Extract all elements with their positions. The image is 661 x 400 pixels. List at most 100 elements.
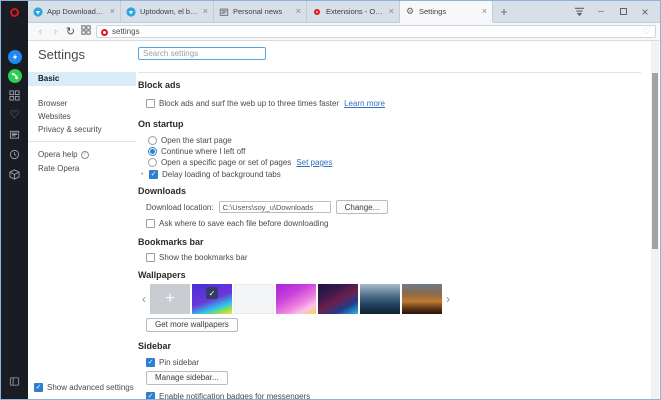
wallpaper-thumbnail-white[interactable] bbox=[234, 284, 274, 314]
notification-badges-row: ✓ Enable notification badges for messeng… bbox=[138, 392, 646, 400]
close-window-button[interactable]: × bbox=[634, 1, 656, 23]
opera-badge-icon bbox=[101, 23, 108, 41]
sidebar-panel-icon[interactable] bbox=[1, 373, 28, 389]
ask-where-checkbox[interactable] bbox=[146, 219, 155, 228]
tab-settings[interactable]: ⚙ Settings × bbox=[400, 1, 493, 22]
minimize-button[interactable]: – bbox=[590, 1, 612, 23]
extensions-cube-icon[interactable] bbox=[1, 166, 28, 182]
show-bookmarks-row: Show the bookmarks bar bbox=[138, 253, 646, 262]
tab-close-icon[interactable]: × bbox=[203, 7, 208, 16]
wallpaper-thumbnail-city[interactable] bbox=[402, 284, 442, 314]
start-page-radio[interactable] bbox=[148, 136, 157, 145]
scrollbar-track[interactable] bbox=[651, 41, 659, 399]
settings-content: Block ads Block ads and surf the web up … bbox=[138, 41, 646, 400]
wallpaper-thumbnail-selected[interactable]: ✓ bbox=[192, 284, 232, 314]
nav-item-rate-opera[interactable]: Rate Opera bbox=[28, 164, 136, 173]
specific-pages-radio[interactable] bbox=[148, 158, 157, 167]
messenger-sidebar: ♡ bbox=[1, 1, 28, 399]
content-divider bbox=[138, 72, 641, 73]
set-pages-link[interactable]: Set pages bbox=[296, 158, 332, 167]
nav-item-websites[interactable]: Websites bbox=[28, 113, 136, 121]
url-text[interactable]: settings bbox=[112, 27, 639, 36]
learn-more-link[interactable]: Learn more bbox=[344, 99, 385, 108]
startup-option-row: Open a specific page or set of pages Set… bbox=[138, 158, 646, 167]
browser-window: ♡ App Downloads for Windows × Uptodown, … bbox=[0, 0, 661, 400]
scrollbar-thumb[interactable] bbox=[652, 73, 658, 249]
opera-o-icon bbox=[10, 8, 19, 17]
tab-title: Extensions - Opera add-ons bbox=[326, 7, 385, 16]
tab-title: App Downloads for Windows bbox=[47, 7, 106, 16]
download-location-label: Download location: bbox=[146, 202, 214, 212]
notification-badges-label: Enable notification badges for messenger… bbox=[159, 392, 311, 400]
forward-icon[interactable]: › bbox=[48, 24, 63, 40]
advanced-label: Show advanced settings bbox=[47, 383, 134, 392]
heart-bookmark-icon[interactable]: ♡ bbox=[643, 26, 651, 37]
speed-dial-icon[interactable] bbox=[1, 87, 28, 103]
tab-title: Settings bbox=[419, 7, 447, 16]
uptodown-icon bbox=[33, 6, 43, 17]
tab-app-downloads[interactable]: App Downloads for Windows × bbox=[28, 1, 121, 22]
uptodown-icon bbox=[126, 6, 136, 17]
messenger-icon[interactable] bbox=[1, 49, 28, 65]
advanced-checkbox[interactable]: ✓ bbox=[34, 383, 43, 392]
settings-nav: Settings Basic Browser Websites Privacy … bbox=[28, 41, 136, 399]
show-advanced-settings[interactable]: ✓ Show advanced settings bbox=[34, 383, 134, 392]
block-ads-label: Block ads and surf the web up to three t… bbox=[159, 99, 340, 108]
continue-radio[interactable] bbox=[148, 147, 157, 156]
reload-icon[interactable]: ↻ bbox=[63, 24, 78, 40]
search-input[interactable] bbox=[138, 47, 266, 60]
wallpaper-thumbnail-mountain[interactable] bbox=[360, 284, 400, 314]
new-tab-button[interactable]: + bbox=[493, 1, 515, 22]
personal-news-icon[interactable] bbox=[1, 126, 28, 142]
modified-setting-indicator: • bbox=[141, 171, 144, 178]
download-location-input[interactable] bbox=[218, 201, 331, 213]
delay-loading-row: • ✓ Delay loading of background tabs bbox=[138, 170, 646, 179]
continue-label: Continue where I left off bbox=[161, 147, 246, 156]
address-bar[interactable]: settings ♡ bbox=[96, 25, 656, 38]
nav-item-basic[interactable]: Basic bbox=[28, 72, 136, 86]
change-location-button[interactable]: Change... bbox=[335, 200, 389, 214]
tab-close-icon[interactable]: × bbox=[482, 7, 487, 16]
add-wallpaper-thumbnail[interactable]: + bbox=[150, 284, 190, 314]
wallpaper-thumbnail-dark[interactable] bbox=[318, 284, 358, 314]
bookmarks-heart-icon[interactable]: ♡ bbox=[1, 106, 28, 122]
news-icon bbox=[219, 7, 229, 17]
tab-uptodown-blog[interactable]: Uptodown, el blog × bbox=[121, 1, 214, 22]
tab-close-icon[interactable]: × bbox=[110, 7, 115, 16]
wallpaper-carousel: ‹ + ✓ › bbox=[138, 284, 646, 314]
carousel-left-icon[interactable]: ‹ bbox=[140, 292, 148, 306]
tab-personal-news[interactable]: Personal news × bbox=[214, 1, 307, 22]
block-ads-checkbox[interactable] bbox=[146, 99, 155, 108]
back-icon[interactable]: ‹ bbox=[33, 24, 48, 40]
pin-sidebar-checkbox[interactable]: ✓ bbox=[146, 358, 155, 367]
get-more-wallpapers-button[interactable]: Get more wallpapers bbox=[146, 317, 238, 332]
tab-close-icon[interactable]: × bbox=[389, 7, 394, 16]
opera-menu-logo[interactable] bbox=[1, 5, 28, 20]
whatsapp-icon[interactable] bbox=[1, 68, 28, 84]
nav-divider bbox=[28, 141, 136, 142]
show-bookmarks-checkbox[interactable] bbox=[146, 253, 155, 262]
opera-icon bbox=[312, 7, 322, 17]
selected-check-icon: ✓ bbox=[206, 287, 218, 299]
notification-badges-checkbox[interactable]: ✓ bbox=[146, 392, 155, 399]
sidebar-heading: Sidebar bbox=[138, 341, 172, 351]
wallpaper-thumbnail-purple[interactable] bbox=[276, 284, 316, 314]
carousel-right-icon[interactable]: › bbox=[444, 292, 452, 306]
nav-item-privacy-security[interactable]: Privacy & security bbox=[28, 126, 136, 134]
nav-item-browser[interactable]: Browser bbox=[28, 100, 136, 108]
tab-close-icon[interactable]: × bbox=[296, 7, 301, 16]
specific-pages-label: Open a specific page or set of pages bbox=[161, 158, 292, 167]
block-ads-heading: Block ads bbox=[138, 80, 181, 90]
nav-item-opera-help[interactable]: Opera help ? bbox=[28, 150, 136, 159]
maximize-button[interactable] bbox=[612, 1, 634, 23]
delay-loading-checkbox[interactable]: ✓ bbox=[149, 170, 158, 179]
delay-loading-label: Delay loading of background tabs bbox=[162, 170, 281, 179]
pin-sidebar-row: ✓ Pin sidebar bbox=[138, 358, 646, 367]
download-location-row: Download location: Change... bbox=[138, 200, 646, 214]
tab-extensions[interactable]: Extensions - Opera add-ons × bbox=[307, 1, 400, 22]
manage-sidebar-button[interactable]: Manage sidebar... bbox=[146, 370, 228, 385]
tab-bar: App Downloads for Windows × Uptodown, el… bbox=[28, 1, 660, 23]
history-clock-icon[interactable] bbox=[1, 146, 28, 162]
tab-menu-icon[interactable] bbox=[568, 1, 590, 23]
speed-dial-grid-icon[interactable] bbox=[78, 24, 93, 40]
